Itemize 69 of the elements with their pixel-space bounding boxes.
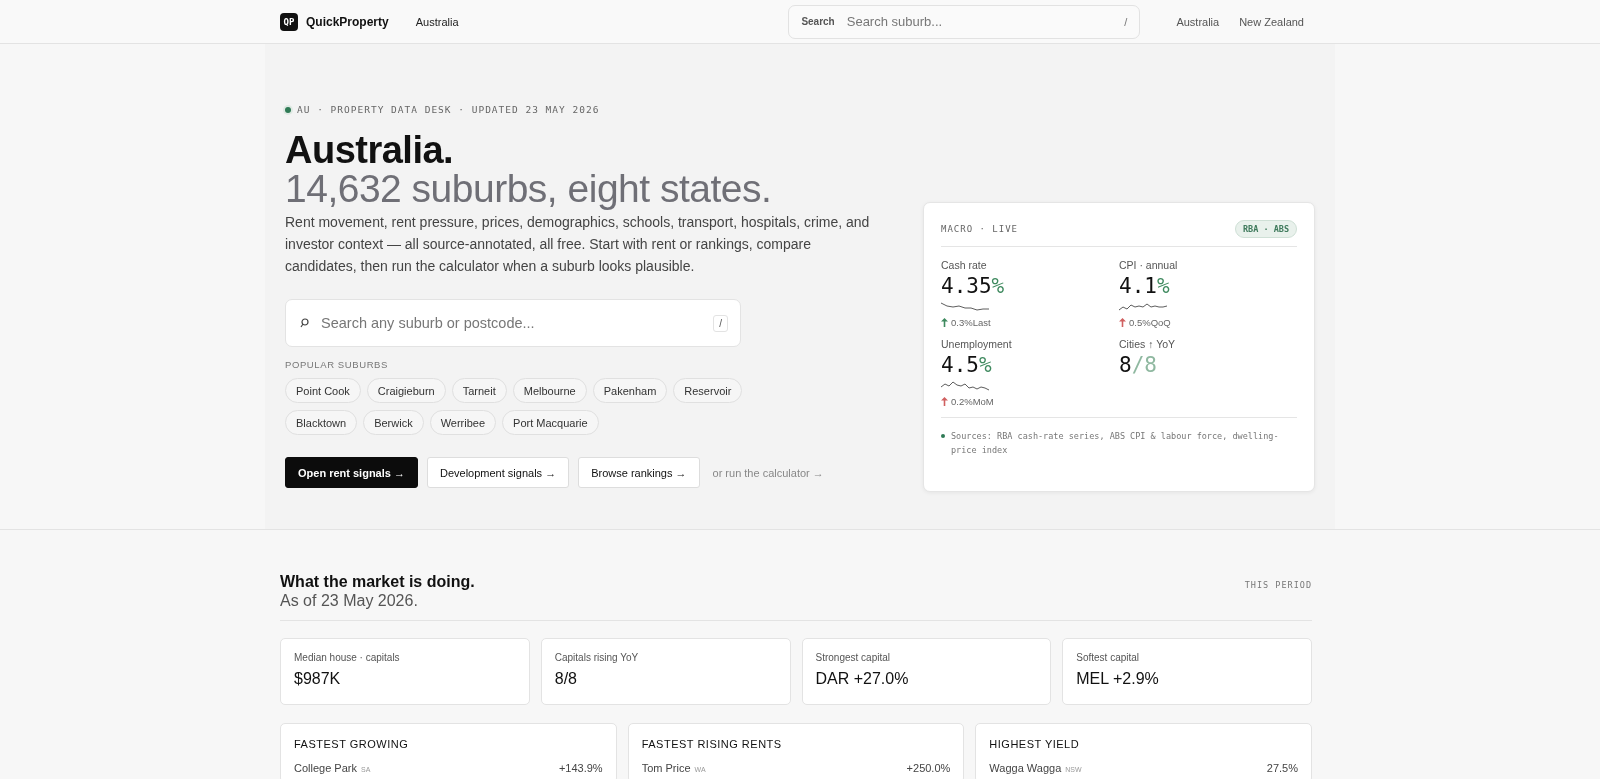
metric-change: 0.3%Last	[951, 317, 991, 328]
sparkline-drawing	[1119, 301, 1167, 313]
search-input[interactable]: Search suburb...	[844, 13, 1115, 30]
suburb-name[interactable]: Tom Price	[641, 762, 691, 774]
suburb-name[interactable]: Wagga Wagga	[989, 762, 1062, 774]
action-button[interactable]: Browse rankings →	[578, 457, 700, 488]
sparkline-drawing	[941, 301, 989, 313]
bullet-icon	[941, 434, 945, 438]
metric-label: Unemployment	[941, 338, 1013, 350]
suburb-name[interactable]: College Park	[294, 762, 357, 774]
section-title: What the market is doing.	[280, 572, 475, 591]
suburb-chip[interactable]: Blacktown	[285, 410, 358, 435]
stat-label: Softest capital	[1076, 652, 1141, 663]
section-label: POPULAR SUBURBS	[285, 359, 389, 370]
sources-text: Sources: RBA cash-rate series, ABS CPI & labour force, dwelling-price index	[951, 430, 1280, 457]
stat-value: $987K	[294, 670, 342, 688]
stat-value: 8/8	[554, 670, 578, 688]
stat-label: Strongest capital	[815, 652, 891, 663]
stat-label: Capitals rising YoY	[554, 652, 640, 663]
suburb-chip[interactable]: Craigieburn	[366, 378, 446, 403]
stat-value: MEL +2.9%	[1076, 670, 1160, 688]
action-button[interactable]: Development signals →	[426, 457, 570, 488]
suburb-search-field[interactable]: Search any suburb or postcode... /	[285, 299, 741, 347]
period-label: THIS PERIOD	[1244, 580, 1312, 590]
hero-title: Australia.	[285, 131, 455, 169]
metric-change: 0.2%MoM	[951, 396, 994, 407]
ranking-title: FASTEST GROWING	[294, 738, 410, 750]
suburb-chip[interactable]: Reservoir	[673, 378, 743, 403]
search-field[interactable]: Search Search suburb... /	[788, 4, 1141, 39]
suburb-chip[interactable]: Werribee	[429, 410, 497, 435]
suburb-chip[interactable]: Point Cook	[285, 378, 361, 403]
suburb-chip[interactable]: Port Macquarie	[502, 410, 599, 435]
metric-label: Cities ↑ YoY	[1119, 338, 1177, 350]
action-button[interactable]: Open rent signals →	[285, 457, 418, 488]
nav-link[interactable]: Australia	[1176, 15, 1220, 28]
ranking-title: HIGHEST YIELD	[989, 738, 1081, 750]
search-icon	[300, 318, 309, 328]
metric-label: CPI · annual	[1119, 259, 1179, 271]
section-subtitle: As of 23 May 2026.	[280, 591, 419, 610]
metric-change: 0.5%QoQ	[1129, 317, 1171, 328]
ranking-value: 27.5%	[1266, 762, 1298, 774]
ranking-value: +250.0%	[906, 762, 951, 774]
shortcut-key: /	[1124, 15, 1128, 28]
suburb-chip[interactable]: Berwick	[363, 410, 424, 435]
hero-description: Rent movement, rent pressure, prices, demographics, schools, transport, hospitals, crime, and investor context — all source-annotated, all free. Start with rent or rankings, compare candidates, then run the calculator when a suburb looks plausible.	[285, 213, 870, 276]
search-label: Search	[801, 16, 835, 27]
metric-value: 4.35%	[941, 274, 1006, 298]
suburb-chip[interactable]: Tarneit	[451, 378, 507, 403]
source-badge: RBA · ABS	[1234, 220, 1297, 238]
sparkline-drawing	[941, 380, 989, 392]
stat-value: DAR +27.0%	[815, 670, 910, 688]
metric-value: 4.5%	[941, 353, 993, 377]
ranking-title: FASTEST RISING RENTS	[641, 738, 783, 750]
status-dot	[285, 106, 291, 113]
nav-link[interactable]: New Zealand	[1239, 15, 1304, 28]
region-link[interactable]: Australia	[415, 15, 459, 28]
ranking-value: +143.9%	[558, 762, 603, 774]
eyebrow-text: AU · PROPERTY DATA DESK · UPDATED 23 MAY 2026	[297, 104, 600, 115]
metric-value: 4.1%	[1119, 274, 1171, 298]
stat-label: Median house · capitals	[294, 652, 401, 663]
metric-value: 8/8	[1119, 353, 1158, 377]
shortcut-key: /	[713, 314, 728, 332]
card-title: MACRO · LIVE	[941, 224, 1019, 234]
brand-name[interactable]: QuickProperty	[306, 14, 389, 29]
metric-label: Cash rate	[941, 259, 988, 271]
logo-icon[interactable]: QP	[280, 12, 298, 31]
suburb-chip[interactable]: Pakenham	[592, 378, 668, 403]
suburb-chip[interactable]: Melbourne	[512, 378, 587, 403]
hero-subtitle: 14,632 suburbs, eight states.	[285, 169, 773, 209]
